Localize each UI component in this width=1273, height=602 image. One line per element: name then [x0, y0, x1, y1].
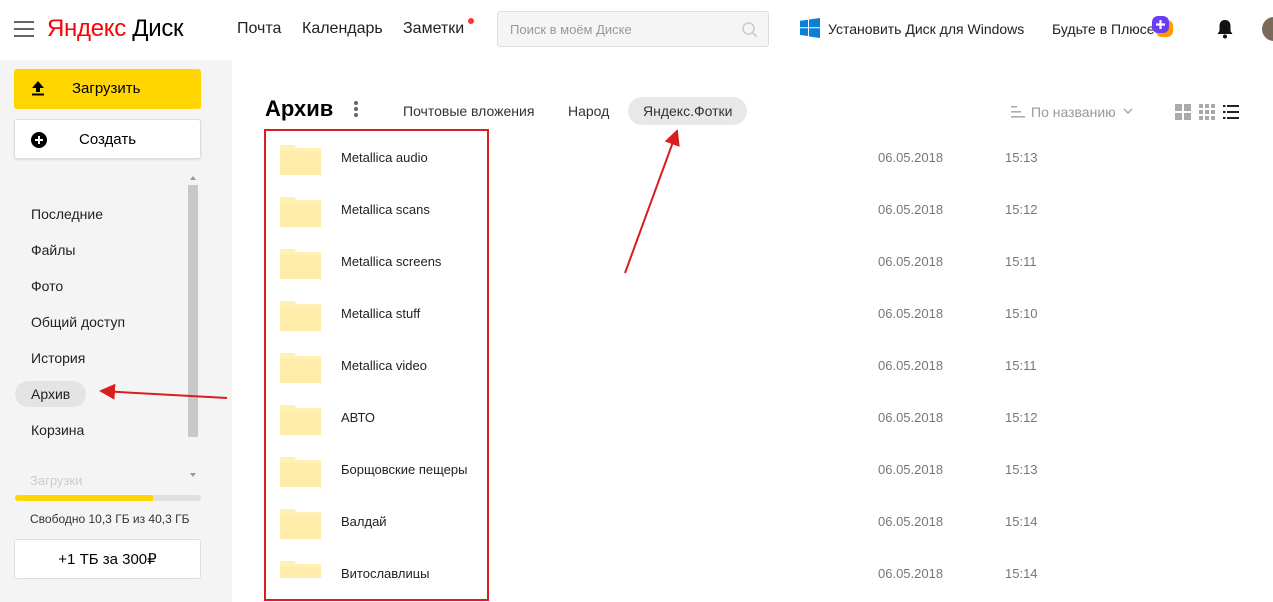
tab-mail-attachments[interactable]: Почтовые вложения: [403, 103, 534, 119]
notes-notification-dot: [468, 18, 474, 24]
folder-date: 06.05.2018: [878, 462, 944, 477]
sidebar-item-recent[interactable]: Последние: [15, 201, 119, 227]
scroll-down-icon[interactable]: [190, 473, 196, 477]
folder-date: 06.05.2018: [878, 254, 944, 269]
folder-date: 06.05.2018: [878, 358, 944, 373]
annotation-highlight-box: [264, 129, 489, 601]
plus-link[interactable]: Будьте в Плюсе: [1052, 21, 1155, 37]
folder-time: 15:11: [1005, 358, 1037, 373]
storage-quota-bar: [15, 495, 201, 501]
folder-time: 15:14: [1005, 514, 1038, 529]
sort-dropdown[interactable]: По названию: [1031, 104, 1116, 120]
scroll-up-icon[interactable]: [190, 176, 196, 180]
more-options-icon[interactable]: [354, 101, 360, 119]
search-input[interactable]: [498, 12, 728, 46]
upload-button[interactable]: Загрузить: [14, 69, 201, 109]
bell-icon[interactable]: [1216, 19, 1234, 39]
install-windows-link[interactable]: Установить Диск для Windows: [828, 21, 1024, 37]
buy-storage-button[interactable]: +1 ТБ за 300₽: [14, 539, 201, 579]
folder-time: 15:12: [1005, 410, 1038, 425]
storage-quota-text: Свободно 10,3 ГБ из 40,3 ГБ: [30, 512, 190, 526]
plus-circle-icon: [31, 132, 47, 148]
sidebar: Загрузить Создать Последние Файлы Фото О…: [0, 60, 232, 602]
folder-time: 15:10: [1005, 306, 1038, 321]
folder-date: 06.05.2018: [878, 306, 944, 321]
top-header: Яндекс Диск Почта Календарь Заметки Уста…: [0, 0, 1273, 60]
folder-time: 15:13: [1005, 462, 1038, 477]
folder-date: 06.05.2018: [878, 202, 944, 217]
sidebar-item-trash[interactable]: Корзина: [15, 417, 100, 443]
sidebar-item-downloads[interactable]: Загрузки: [30, 473, 82, 488]
sidebar-item-photos[interactable]: Фото: [15, 273, 79, 299]
menu-icon[interactable]: [14, 21, 34, 37]
small-grid-icon[interactable]: [1199, 104, 1215, 120]
plus-badge-icon[interactable]: [1152, 16, 1174, 38]
search-box: [497, 11, 769, 47]
avatar[interactable]: [1262, 17, 1273, 41]
search-icon[interactable]: [741, 21, 759, 39]
scrollbar-thumb[interactable]: [188, 185, 198, 437]
nav-mail[interactable]: Почта: [237, 20, 281, 38]
folder-date: 06.05.2018: [878, 514, 944, 529]
upload-label: Загрузить: [72, 80, 141, 97]
storage-quota-fill: [15, 495, 153, 501]
folder-date: 06.05.2018: [878, 410, 944, 425]
page-title: Архив: [265, 96, 334, 121]
logo[interactable]: Яндекс Диск: [47, 15, 184, 43]
large-grid-icon[interactable]: [1175, 104, 1191, 120]
create-button[interactable]: Создать: [14, 119, 201, 159]
folder-time: 15:11: [1005, 254, 1037, 269]
sidebar-item-files[interactable]: Файлы: [15, 237, 91, 263]
tab-yandex-fotki[interactable]: Яндекс.Фотки: [628, 97, 748, 125]
tab-narod[interactable]: Народ: [568, 103, 609, 119]
nav-calendar[interactable]: Календарь: [302, 20, 383, 38]
sidebar-item-history[interactable]: История: [15, 345, 101, 371]
logo-product: Диск: [132, 15, 184, 42]
sidebar-item-shared[interactable]: Общий доступ: [15, 309, 141, 335]
upload-icon: [32, 81, 44, 96]
windows-icon[interactable]: [800, 18, 820, 38]
folder-time: 15:12: [1005, 202, 1038, 217]
sort-icon[interactable]: [1011, 106, 1025, 118]
chevron-down-icon[interactable]: [1123, 108, 1133, 114]
folder-time: 15:13: [1005, 150, 1038, 165]
create-label: Создать: [79, 131, 137, 148]
logo-brand: Яндекс: [47, 15, 126, 42]
sidebar-item-archive[interactable]: Архив: [15, 381, 87, 407]
list-icon[interactable]: [1223, 104, 1239, 120]
nav-notes[interactable]: Заметки: [403, 20, 464, 38]
folder-date: 06.05.2018: [878, 150, 944, 165]
